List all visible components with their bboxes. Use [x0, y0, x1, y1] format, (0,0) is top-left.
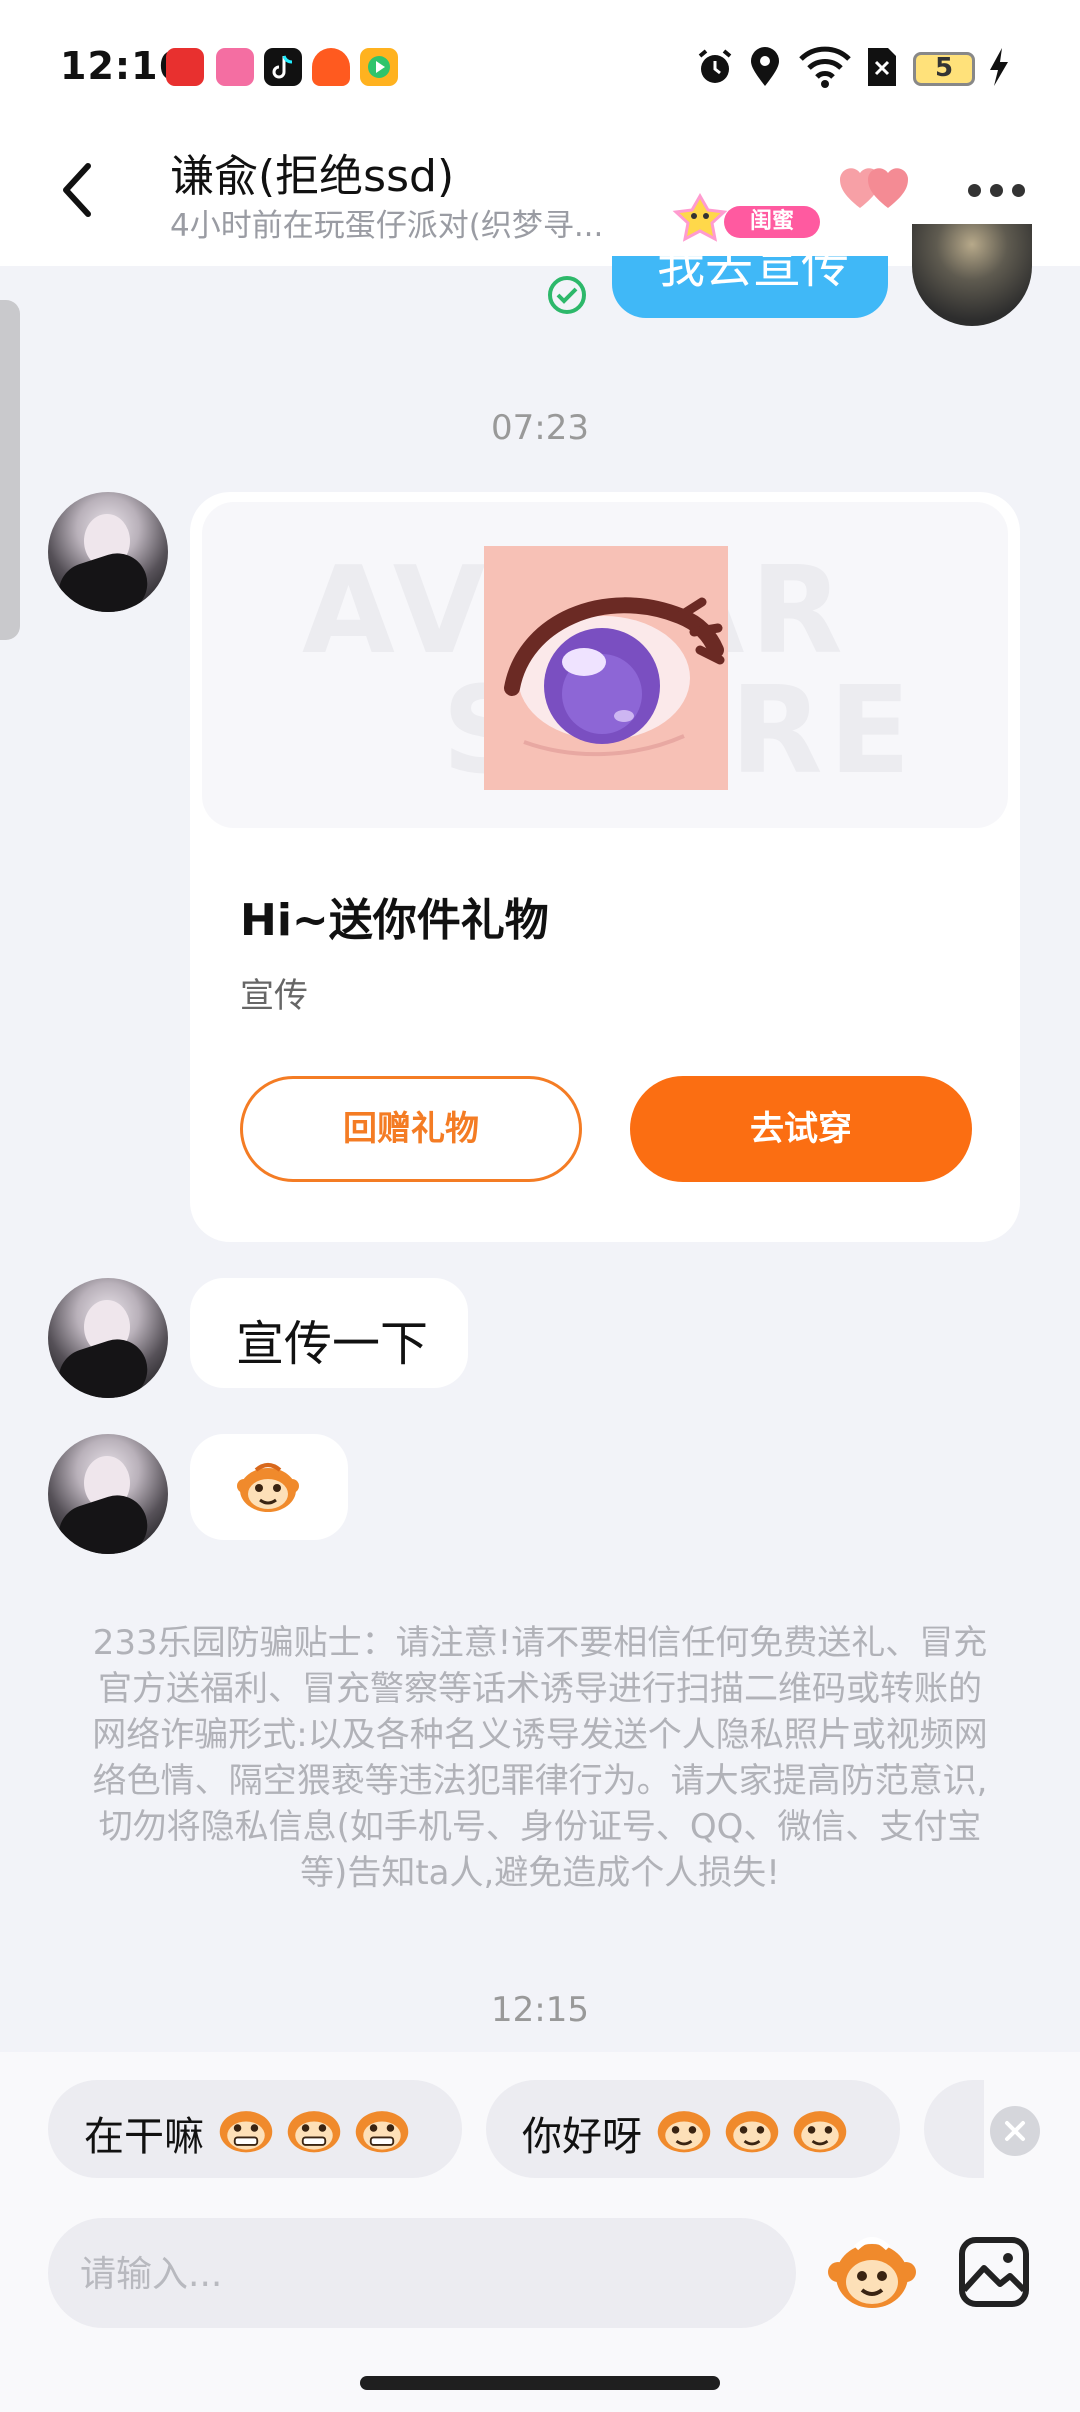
back-button[interactable]	[56, 160, 100, 220]
image-picker-button[interactable]	[956, 2234, 1032, 2310]
relationship-badge[interactable]: 闺蜜	[660, 192, 820, 242]
battery-level: 5	[934, 53, 954, 83]
image-icon	[959, 2237, 1029, 2307]
home-indicator[interactable]	[360, 2376, 720, 2390]
anti-fraud-notice: 233乐园防骗贴士：请注意!请不要相信任何免费送礼、冒充官方送福利、冒充警察等话…	[92, 1623, 988, 1893]
monkey-grin-icon	[219, 2111, 273, 2153]
monkey-grin-icon	[287, 2111, 341, 2153]
quick-reply-chip[interactable]: 在干嘛	[48, 2080, 462, 2178]
received-message-bubble[interactable]: 宣传一下	[190, 1278, 468, 1388]
red-envelope-app-icon	[166, 48, 204, 86]
more-options-button[interactable]	[960, 178, 1030, 202]
message-input-container[interactable]	[48, 2218, 796, 2330]
close-quick-replies-button[interactable]	[990, 2106, 1040, 2156]
more-dot-icon	[990, 184, 1003, 197]
received-sticker-bubble[interactable]	[190, 1434, 348, 1540]
monkey-emoji-icon	[725, 2111, 779, 2153]
message-text: 宣传一下	[236, 1316, 429, 1372]
gift-title: Hi~送你件礼物	[240, 895, 549, 946]
my-avatar[interactable]	[912, 224, 1032, 326]
sent-message-text: 我去宣传	[657, 256, 850, 294]
contact-status: 4小时前在玩蛋仔派对(织梦寻...	[170, 208, 604, 244]
quick-reply-chip[interactable]: 你好呀	[486, 2080, 900, 2178]
timestamp: 07:23	[491, 408, 589, 448]
charging-icon	[986, 46, 1012, 92]
badge-label: 闺蜜	[724, 206, 820, 238]
taobao-app-icon	[312, 48, 350, 86]
gift-eye-image	[484, 546, 728, 790]
bilibili-app-icon	[216, 48, 254, 86]
location-icon	[746, 46, 784, 92]
quick-reply-text: 在干嘛	[84, 2114, 204, 2160]
more-dot-icon	[968, 184, 981, 197]
contact-name[interactable]: 谦兪(拒绝ssd)	[170, 140, 454, 204]
quick-reply-emojis	[216, 2098, 420, 2158]
message-input[interactable]	[78, 2218, 762, 2330]
battery-icon: 5	[913, 52, 975, 86]
video-app-icon	[360, 48, 398, 86]
monkey-grin-icon	[355, 2111, 409, 2153]
wifi-icon	[798, 46, 852, 92]
monkey-emoji-icon	[237, 1463, 299, 1512]
contact-avatar[interactable]	[48, 1278, 168, 1398]
monkey-emoji-icon	[657, 2111, 711, 2153]
alarm-icon	[694, 46, 736, 92]
gift-description: 宣传	[240, 976, 308, 1016]
timestamp: 12:15	[491, 1990, 589, 2030]
quick-reply-emojis	[654, 2098, 858, 2158]
monkey-sticker-icon	[828, 2237, 916, 2308]
monkey-emoji-icon	[793, 2111, 847, 2153]
sim-icon	[866, 46, 898, 92]
more-dot-icon	[1012, 184, 1025, 197]
scroll-indicator[interactable]	[0, 300, 20, 640]
chevron-left-icon	[63, 163, 91, 217]
tiktok-app-icon	[264, 48, 302, 86]
contact-avatar[interactable]	[48, 492, 168, 612]
contact-avatar[interactable]	[48, 1434, 168, 1554]
sent-message-bubble[interactable]: 我去宣传	[612, 256, 888, 318]
heart-icon[interactable]	[838, 164, 914, 216]
close-icon	[1005, 2121, 1025, 2141]
read-check-icon	[546, 274, 588, 316]
try-on-button[interactable]: 去试穿	[630, 1076, 972, 1182]
sticker-button[interactable]	[826, 2226, 918, 2318]
quick-reply-text: 你好呀	[522, 2114, 642, 2160]
return-gift-button[interactable]: 回赠礼物	[240, 1076, 582, 1182]
